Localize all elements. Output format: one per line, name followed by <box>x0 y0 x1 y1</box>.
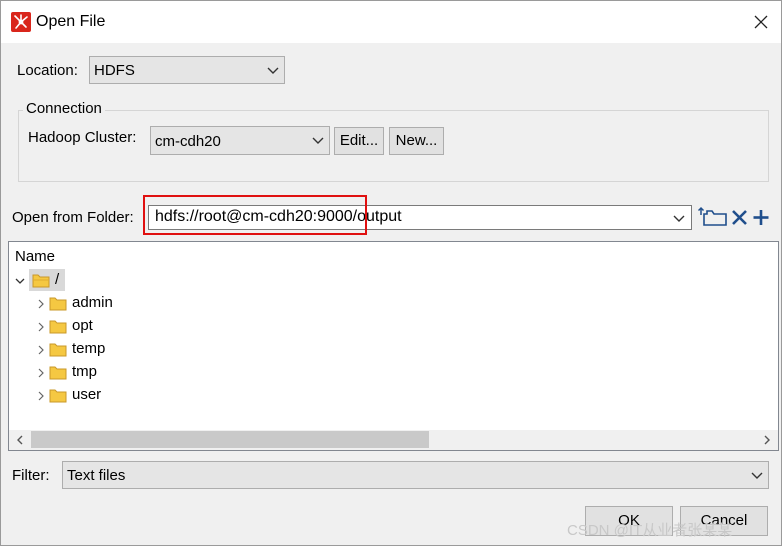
folder-up-icon[interactable] <box>697 205 727 229</box>
tree-row-tmp[interactable]: tmp <box>35 362 175 384</box>
edit-cluster-button[interactable]: Edit... <box>334 127 384 155</box>
annotation-highlight-box <box>143 195 367 235</box>
chevron-right-icon[interactable] <box>35 321 47 333</box>
tree-row-opt[interactable]: opt <box>35 316 175 338</box>
chevron-right-icon[interactable] <box>35 344 47 356</box>
tree-row-admin[interactable]: admin <box>35 293 175 315</box>
chevron-right-icon[interactable] <box>35 367 47 379</box>
horizontal-scrollbar[interactable] <box>9 430 778 450</box>
file-tree[interactable]: Name / admin opt temp tmp user <box>8 241 779 451</box>
new-cluster-button[interactable]: New... <box>389 127 444 155</box>
hadoop-cluster-label: Hadoop Cluster: <box>28 129 137 146</box>
location-label: Location: <box>17 62 78 79</box>
folder-icon <box>49 320 67 334</box>
folder-icon <box>49 366 67 380</box>
tree-item-label: / <box>55 271 60 288</box>
tree-row-user[interactable]: user <box>35 385 175 407</box>
chevron-down-icon[interactable] <box>14 275 26 287</box>
chevron-down-icon <box>267 67 279 74</box>
tree-item-label: temp <box>72 340 106 357</box>
tree-item-label: user <box>72 386 102 403</box>
location-value: HDFS <box>94 62 135 79</box>
close-icon[interactable] <box>749 10 773 34</box>
chevron-down-icon <box>312 137 324 144</box>
title-bar: Open File <box>1 1 781 43</box>
tree-item-label: admin <box>72 294 113 311</box>
scroll-left-icon[interactable] <box>13 433 27 447</box>
filter-label: Filter: <box>12 467 50 484</box>
tree-row-temp[interactable]: temp <box>35 339 175 361</box>
watermark-text: CSDN @IT从业者张某某 <box>567 522 733 539</box>
scroll-right-icon[interactable] <box>760 433 774 447</box>
kettle-app-icon <box>11 12 31 32</box>
scrollbar-thumb[interactable] <box>31 431 429 448</box>
tree-item-label: tmp <box>72 363 98 380</box>
add-icon[interactable] <box>751 205 775 229</box>
chevron-down-icon <box>751 472 763 479</box>
folder-icon <box>49 297 67 311</box>
open-file-dialog: Open File Location: HDFS Connection Hado… <box>0 0 782 546</box>
folder-icon <box>49 343 67 357</box>
filter-value: Text files <box>67 467 126 484</box>
hadoop-cluster-select[interactable]: cm-cdh20 <box>150 126 330 155</box>
folder-icon <box>49 389 67 403</box>
tree-row-root[interactable]: / <box>14 270 134 292</box>
folder-open-icon <box>32 274 50 288</box>
name-column-header[interactable]: Name <box>15 248 55 265</box>
tree-item-label: opt <box>72 317 93 334</box>
chevron-right-icon[interactable] <box>35 298 47 310</box>
dialog-title: Open File <box>36 13 106 30</box>
chevron-down-icon <box>673 215 685 222</box>
filter-select[interactable]: Text files <box>62 461 769 489</box>
open-from-folder-label: Open from Folder: <box>12 209 134 226</box>
location-select[interactable]: HDFS <box>89 56 285 84</box>
connection-group-title: Connection <box>23 100 105 117</box>
hadoop-cluster-value: cm-cdh20 <box>155 133 221 150</box>
chevron-right-icon[interactable] <box>35 390 47 402</box>
